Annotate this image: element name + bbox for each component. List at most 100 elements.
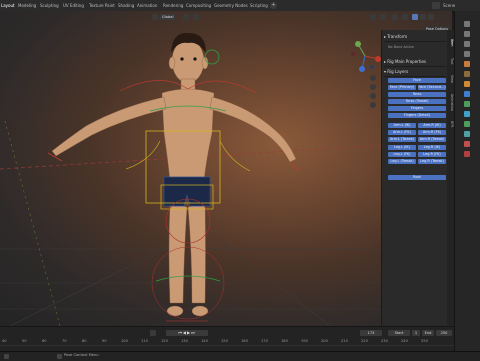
frame-end-value[interactable]: 250 xyxy=(436,330,452,336)
gizmo-icon[interactable] xyxy=(380,14,386,20)
frame-tick: 70 xyxy=(62,339,67,343)
rig-layer-face-secondary-button[interactable]: Face (Second...) xyxy=(418,85,446,90)
rig-layer-face-primary-button[interactable]: Face (Primary) xyxy=(388,85,416,90)
scene-selector[interactable]: Scene xyxy=(443,2,455,9)
frame-tick: 80 xyxy=(82,339,87,343)
frame-tick: 230 xyxy=(381,339,388,343)
current-frame-field[interactable]: 173 xyxy=(360,330,382,336)
proportional-edit-icon[interactable] xyxy=(193,14,199,20)
rig-layer-leg-r-ik-button[interactable]: Leg.R (IK) xyxy=(418,145,446,150)
overlays-icon[interactable] xyxy=(392,14,398,20)
frame-tick: 250 xyxy=(421,339,428,343)
frame-tick: 110 xyxy=(141,339,148,343)
sidebar-tab-animation[interactable]: Animation xyxy=(447,90,454,114)
frame-tick: 190 xyxy=(301,339,308,343)
rig-layer-fingers-detail-button[interactable]: Fingers (Detail) xyxy=(388,113,446,118)
rig-main-properties-header[interactable]: ▸ Rig Main Properties xyxy=(384,57,446,67)
rig-layer-torso-button[interactable]: Torso xyxy=(388,92,446,97)
tool-properties-icon[interactable] xyxy=(464,21,470,27)
tab-geometry-nodes[interactable]: Geometry Nodes xyxy=(214,2,248,9)
sidebar-n-panel: ▸ Transform No Bone Active ▸ Rig Main Pr… xyxy=(381,30,448,330)
rig-layers-label: Rig Layers xyxy=(387,69,409,74)
rig-layer-leg-l-ik-button[interactable]: Leg.L (IK) xyxy=(388,145,416,150)
sidebar-tab-bfr[interactable]: BFR xyxy=(447,118,454,130)
rig-layer-arm-l-tweak-button[interactable]: Arm.L (Tweak) xyxy=(388,137,416,142)
zoom-icon[interactable] xyxy=(370,75,376,81)
tab-scripting[interactable]: Scripting xyxy=(250,2,268,9)
add-workspace-icon[interactable]: + xyxy=(270,2,277,9)
playback-controls[interactable]: ⏮◀▶⏭ xyxy=(166,330,208,336)
snap-icon[interactable] xyxy=(183,14,189,20)
tab-layout[interactable]: Layout xyxy=(1,2,15,9)
tab-shading[interactable]: Shading xyxy=(118,2,134,9)
sidebar-tab-tool[interactable]: Tool xyxy=(447,54,454,68)
orientation-dropdown[interactable]: Global xyxy=(160,14,176,20)
mouse-icon xyxy=(4,354,9,359)
world-properties-icon[interactable] xyxy=(464,71,470,77)
rig-layers-header[interactable]: ▾ Rig Layers xyxy=(384,67,446,77)
visibility-icon[interactable] xyxy=(370,14,376,20)
navigation-gizmo[interactable] xyxy=(348,39,382,73)
frame-tick: 170 xyxy=(261,339,268,343)
modifier-properties-icon[interactable] xyxy=(464,91,470,97)
sidebar-tab-item[interactable]: Item xyxy=(447,36,454,50)
data-properties-icon[interactable] xyxy=(464,121,470,127)
frame-tick: 160 xyxy=(241,339,248,343)
pan-icon[interactable] xyxy=(370,84,376,90)
rig-layer-leg-l-tweak-button[interactable]: Leg.L (Tweak) xyxy=(388,159,416,164)
frame-tick: 100 xyxy=(121,339,128,343)
rig-layer-face-button[interactable]: Face xyxy=(388,78,446,83)
rig-layer-arm-r-ik-button[interactable]: Arm.R (IK) xyxy=(418,123,446,128)
timeline[interactable]: ⏮◀▶⏭ 173 Start 1 End 250 40 50 60 70 80 … xyxy=(0,326,454,352)
rig-layer-torso-tweak-button[interactable]: Torso (Tweak) xyxy=(388,99,446,104)
rig-layer-arm-r-tweak-button[interactable]: Arm.R (Tweak) xyxy=(418,137,446,142)
camera-view-icon[interactable] xyxy=(370,93,376,99)
tab-animation[interactable]: Animation xyxy=(137,2,157,9)
tab-sculpting[interactable]: Sculpting xyxy=(40,2,59,9)
rig-layer-arm-l-fk-button[interactable]: Arm.L (FK) xyxy=(388,130,416,135)
scene-icon[interactable] xyxy=(432,2,440,9)
scene-properties-icon[interactable] xyxy=(464,61,470,67)
rig-layer-arm-r-fk-button[interactable]: Arm.R (FK) xyxy=(418,130,446,135)
frame-tick: 140 xyxy=(201,339,208,343)
rig-layer-leg-r-tweak-button[interactable]: Leg.R (Tweak) xyxy=(418,159,446,164)
solid-shading-icon[interactable] xyxy=(412,14,418,20)
physics-properties-icon[interactable] xyxy=(464,101,470,107)
timeline-divider xyxy=(0,345,454,346)
xray-icon[interactable] xyxy=(402,14,408,20)
frame-start-field[interactable]: Start xyxy=(388,330,410,336)
perspective-toggle-icon[interactable] xyxy=(370,102,376,108)
frame-tick: 200 xyxy=(321,339,328,343)
sidebar-tab-view[interactable]: View xyxy=(447,72,454,86)
tab-modeling[interactable]: Modeling xyxy=(18,2,36,9)
tab-texture-paint[interactable]: Texture Paint xyxy=(89,2,115,9)
tab-uv-editing[interactable]: UV Editing xyxy=(63,2,84,9)
transform-panel-header[interactable]: ▸ Transform xyxy=(384,32,446,42)
object-properties-icon[interactable] xyxy=(464,81,470,87)
rig-layer-leg-l-fk-button[interactable]: Leg.L (FK) xyxy=(388,152,416,157)
render-shading-icon[interactable] xyxy=(428,14,434,20)
properties-editor-strip xyxy=(454,11,480,351)
frame-tick: 210 xyxy=(341,339,348,343)
transform-pivot-icon[interactable] xyxy=(152,14,158,20)
frame-start-value[interactable]: 1 xyxy=(412,330,420,336)
output-properties-icon[interactable] xyxy=(464,41,470,47)
rig-main-properties-label: Rig Main Properties xyxy=(387,59,427,64)
view-layer-properties-icon[interactable] xyxy=(464,51,470,57)
frame-tick: 240 xyxy=(401,339,408,343)
frame-end-label[interactable]: End xyxy=(422,330,434,336)
rig-layer-arm-l-ik-button[interactable]: Arm.L (IK) xyxy=(388,123,416,128)
tab-compositing[interactable]: Compositing xyxy=(186,2,211,9)
tab-rendering[interactable]: Rendering xyxy=(163,2,183,9)
record-icon[interactable] xyxy=(150,330,156,336)
material-shading-icon[interactable] xyxy=(420,14,426,20)
frame-tick: 60 xyxy=(42,339,47,343)
rig-layer-leg-r-fk-button[interactable]: Leg.R (FK) xyxy=(418,152,446,157)
bone-properties-icon[interactable] xyxy=(464,131,470,137)
material-properties-icon[interactable] xyxy=(464,141,470,147)
texture-properties-icon[interactable] xyxy=(464,151,470,157)
rig-layer-fingers-button[interactable]: Fingers xyxy=(388,106,446,111)
rig-layer-root-button[interactable]: Root xyxy=(388,175,446,180)
constraint-properties-icon[interactable] xyxy=(464,111,470,117)
render-properties-icon[interactable] xyxy=(464,31,470,37)
